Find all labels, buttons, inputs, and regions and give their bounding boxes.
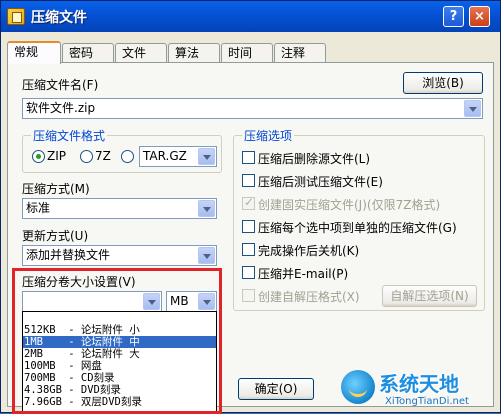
format-zip-radio[interactable] xyxy=(32,150,45,163)
update-label: 更新方式(U) xyxy=(22,229,89,243)
option-sfx-label: 创建自解压格式(X) xyxy=(258,290,360,304)
sfx-options-button: 自解压选项(N) xyxy=(382,285,477,307)
watermark: 系统天地 XiTongTianDi.net xyxy=(341,366,501,414)
archive-name-value: 软件文件.zip xyxy=(26,101,96,115)
option-email-checkbox[interactable] xyxy=(242,266,255,279)
format-zip-label: ZIP xyxy=(47,149,66,163)
tab-files[interactable]: 文件 xyxy=(115,43,167,63)
chevron-down-icon[interactable] xyxy=(198,247,215,264)
tab-password[interactable]: 密码 xyxy=(62,43,114,63)
title-bar[interactable]: 压缩文件 ? × xyxy=(1,1,500,32)
format-7z-radio[interactable] xyxy=(80,150,93,163)
format-tar-select[interactable]: TAR.GZ xyxy=(139,146,217,167)
tab-general[interactable]: 常规 xyxy=(7,41,61,64)
archive-name-input[interactable]: 软件文件.zip xyxy=(22,98,483,119)
option-email-label: 压缩并E-mail(P) xyxy=(258,267,349,281)
watermark-name: 系统天地 xyxy=(379,372,459,396)
update-value: 添加并替换文件 xyxy=(26,248,111,262)
highlight-frame xyxy=(12,268,222,414)
format-7z-label: 7Z xyxy=(95,149,111,163)
watermark-logo-icon xyxy=(341,370,375,404)
option-test-archive-label: 压缩后测试压缩文件(E) xyxy=(258,175,383,189)
option-solid-label: 创建固实压缩文件(J)(仅限7Z格式) xyxy=(258,198,441,212)
format-group-title: 压缩文件格式 xyxy=(31,127,108,144)
method-value: 标准 xyxy=(26,201,51,215)
update-select[interactable]: 添加并替换文件 xyxy=(22,245,217,266)
ok-button[interactable]: 确定(O) xyxy=(238,378,314,400)
tab-time[interactable]: 时间 xyxy=(221,43,273,63)
option-separate-archives-label: 压缩每个选中项到单独的压缩文件(G) xyxy=(258,221,457,235)
method-select[interactable]: 标准 xyxy=(22,198,217,219)
help-button[interactable]: ? xyxy=(443,6,464,27)
watermark-url: XiTongTianDi.net xyxy=(385,396,469,407)
format-tar-radio[interactable] xyxy=(121,150,134,163)
chevron-down-icon[interactable] xyxy=(198,200,215,217)
chevron-down-icon[interactable] xyxy=(464,100,481,117)
archive-name-label: 压缩文件名(F) xyxy=(22,78,99,92)
compress-dialog: 压缩文件 ? × 常规 密码 文件 算法 时间 注释 压缩文件名(F) 浏览(B… xyxy=(0,0,501,414)
chevron-down-icon[interactable] xyxy=(198,148,215,165)
window-title: 压缩文件 xyxy=(31,10,87,26)
format-tar-value: TAR.GZ xyxy=(143,149,187,163)
close-button[interactable]: × xyxy=(469,6,490,27)
option-separate-archives-checkbox[interactable] xyxy=(242,220,255,233)
option-delete-source-checkbox[interactable] xyxy=(242,151,255,164)
tab-comment[interactable]: 注释 xyxy=(274,43,326,63)
option-test-archive-checkbox[interactable] xyxy=(242,174,255,187)
options-group-title: 压缩选项 xyxy=(242,127,295,144)
method-label: 压缩方式(M) xyxy=(22,182,90,196)
option-delete-source-label: 压缩后删除源文件(L) xyxy=(258,152,371,166)
option-solid-checkbox xyxy=(242,195,255,210)
option-shutdown-checkbox[interactable] xyxy=(242,243,255,256)
option-sfx-checkbox xyxy=(242,289,255,302)
tab-algorithm[interactable]: 算法 xyxy=(168,43,220,63)
browse-button[interactable]: 浏览(B) xyxy=(403,72,483,94)
option-shutdown-label: 完成操作后关机(K) xyxy=(258,244,360,258)
archive-icon xyxy=(7,8,25,25)
